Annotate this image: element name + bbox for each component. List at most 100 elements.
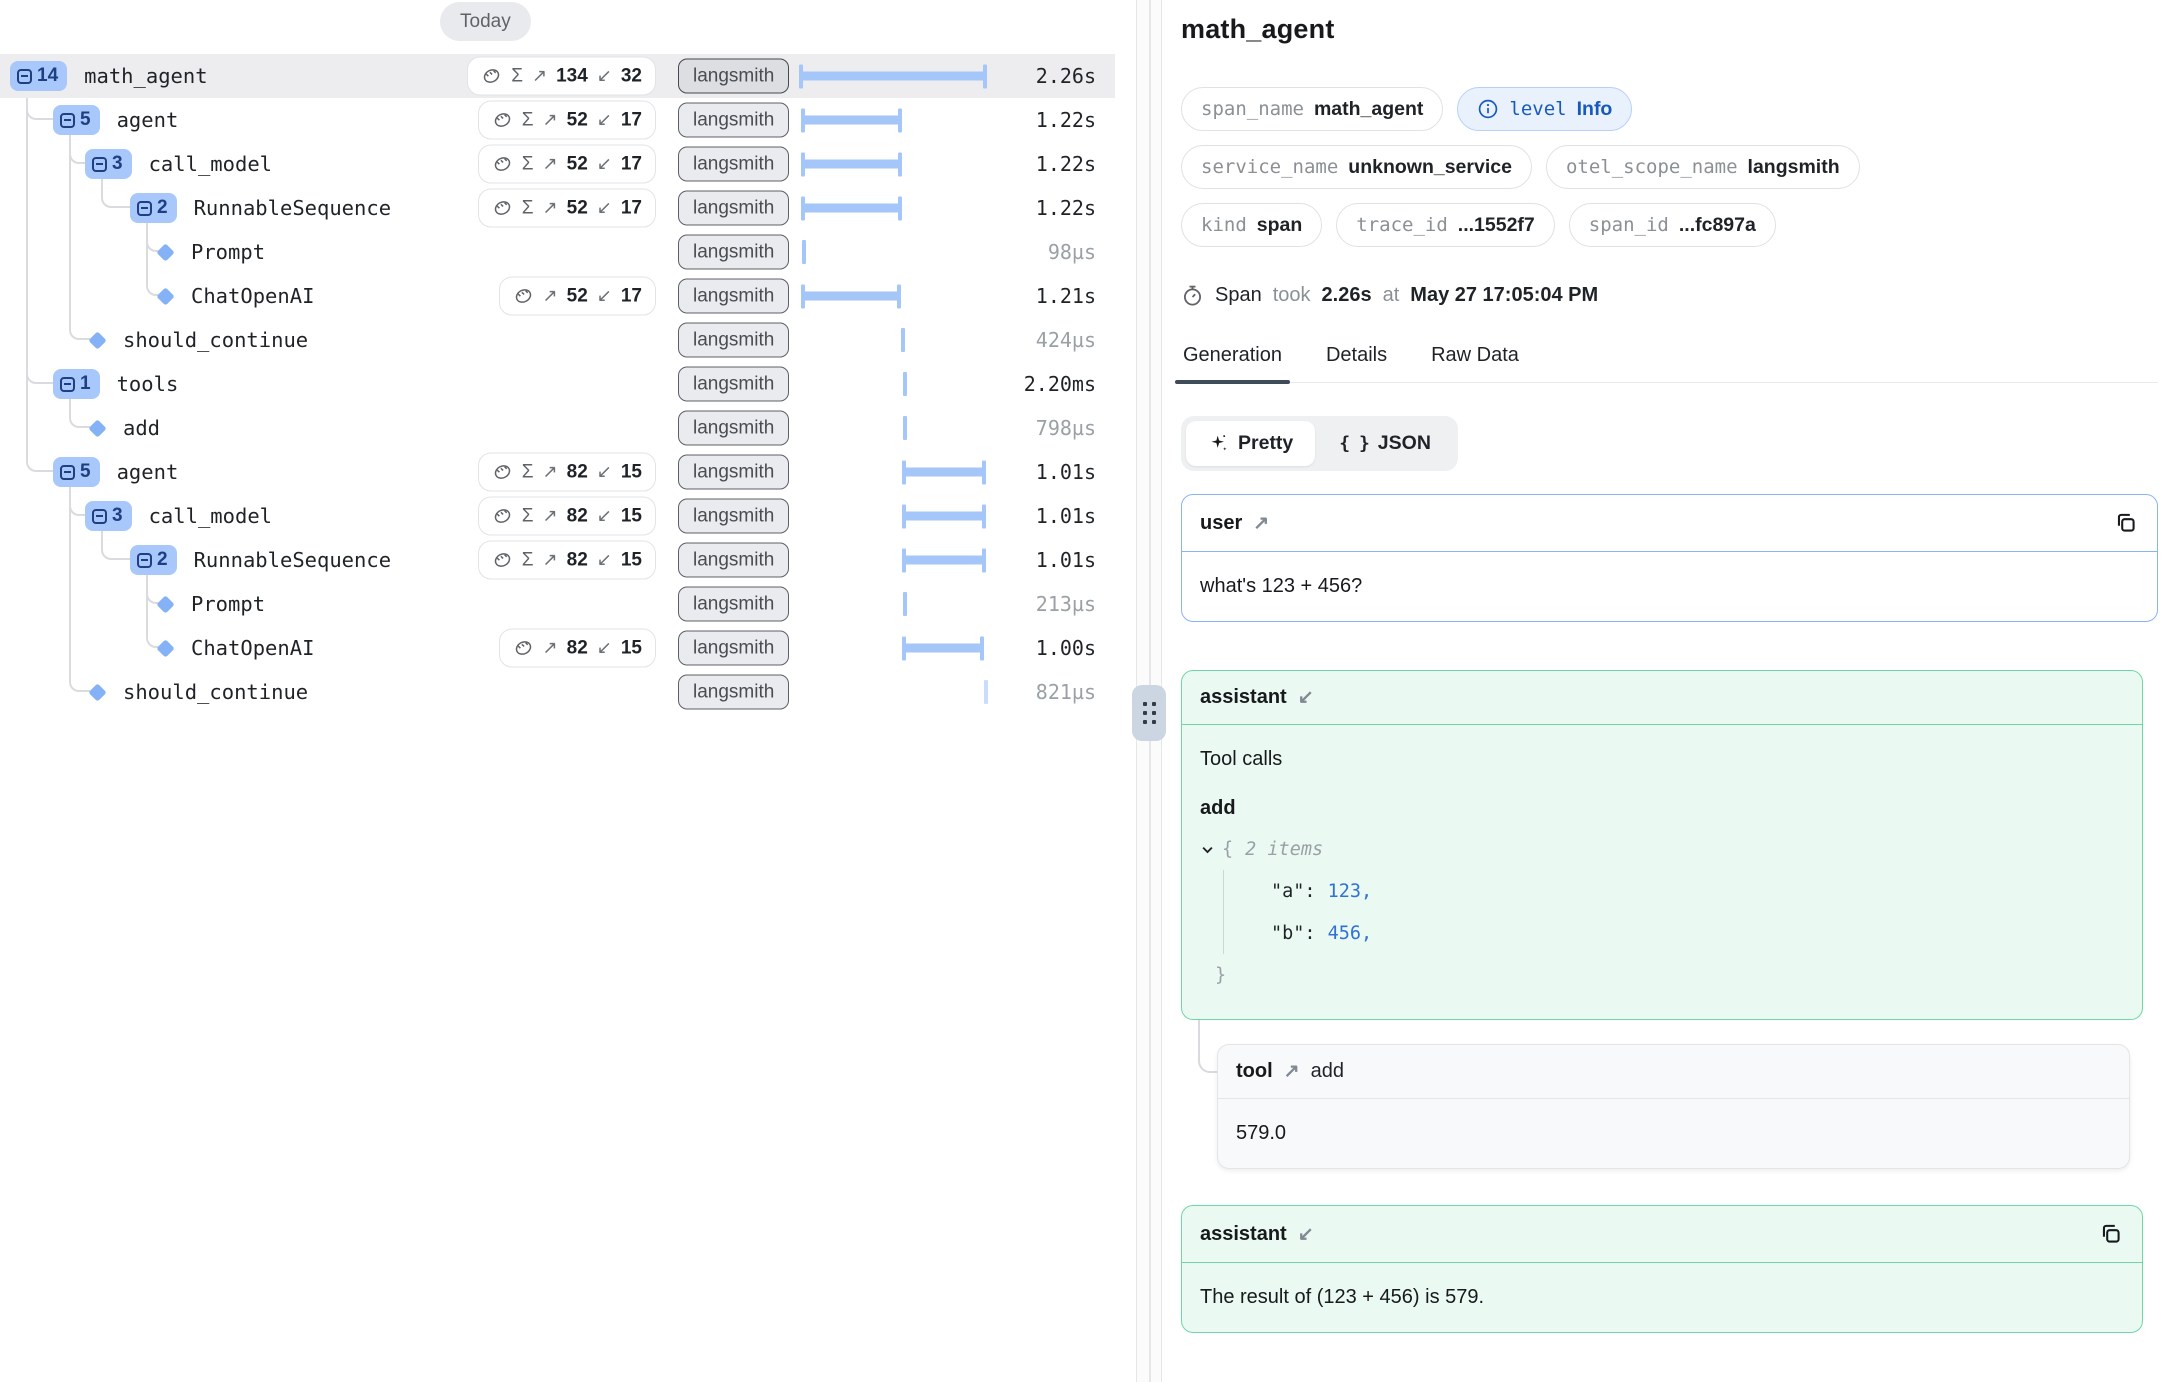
tree-row-RunnableSequence[interactable]: 2RunnableSequenceΣ↗82↙15langsmith1.01s	[0, 538, 1115, 582]
splitter-drag-handle-icon[interactable]	[1132, 685, 1166, 741]
span-name-label: math_agent	[84, 64, 207, 88]
langsmith-tag[interactable]: langsmith	[678, 191, 789, 226]
timeline-lane	[800, 274, 986, 318]
tree-row-should_continue[interactable]: should_continuelangsmith821µs	[0, 670, 1115, 714]
langsmith-tag[interactable]: langsmith	[678, 59, 789, 94]
copy-button[interactable]	[2113, 510, 2139, 536]
message-user: user ↗ what's 123 + 456?	[1181, 494, 2158, 622]
tree-row-Prompt[interactable]: Promptlangsmith213µs	[0, 582, 1115, 626]
tree-row-Prompt[interactable]: Promptlangsmith98µs	[0, 230, 1115, 274]
span-name-label: call_model	[149, 152, 272, 176]
braces-icon: { }	[1339, 433, 1369, 454]
output-tokens-arrow-icon: ↙	[597, 638, 612, 659]
langsmith-tag[interactable]: langsmith	[678, 411, 789, 446]
tree-row-ChatOpenAI[interactable]: ChatOpenAI↗82↙15langsmith1.00s	[0, 626, 1115, 670]
input-tokens-arrow-icon: ↗	[543, 286, 558, 307]
sigma-icon: Σ	[522, 461, 534, 483]
sigma-icon: Σ	[522, 549, 534, 571]
output-tokens-arrow-icon: ↙	[597, 462, 612, 483]
collapse-badge[interactable]: 5	[53, 457, 100, 487]
collapse-minus-icon	[137, 201, 152, 216]
pretty-view-button[interactable]: Pretty	[1186, 421, 1315, 466]
copy-button[interactable]	[2098, 1221, 2124, 1247]
json-view-button[interactable]: { } JSON	[1317, 421, 1453, 466]
tab-details[interactable]: Details	[1324, 344, 1389, 382]
token-count-badge: Σ↗82↙15	[478, 453, 656, 492]
collapse-badge[interactable]: 14	[10, 61, 67, 91]
kind-pill: kind span	[1181, 203, 1322, 247]
span-name-label: Prompt	[191, 592, 265, 616]
duration-label: 821µs	[1036, 680, 1096, 704]
duration-label: 424µs	[1036, 328, 1096, 352]
span-name-label: ChatOpenAI	[191, 636, 314, 660]
token-count-badge: Σ↗134↙32	[467, 57, 656, 96]
date-chip[interactable]: Today	[440, 2, 531, 41]
coin-icon	[492, 198, 513, 219]
outbound-arrow-icon: ↗	[1284, 1060, 1300, 1083]
tree-row-call_model[interactable]: 3call_modelΣ↗52↙17langsmith1.22s	[0, 142, 1115, 186]
timeline-tick	[903, 592, 907, 616]
langsmith-tag[interactable]: langsmith	[678, 279, 789, 314]
token-count-badge: Σ↗52↙17	[478, 189, 656, 228]
tab-raw-data[interactable]: Raw Data	[1429, 344, 1521, 382]
timeline-tick	[901, 328, 905, 352]
tree-row-add[interactable]: addlangsmith798µs	[0, 406, 1115, 450]
duration-label: 1.00s	[1036, 636, 1096, 660]
span-name-label: call_model	[149, 504, 272, 528]
message-tool-content: 579.0	[1218, 1099, 2129, 1168]
tree-row-math_agent[interactable]: 14math_agentΣ↗134↙32langsmith2.26s	[0, 54, 1115, 98]
langsmith-tag[interactable]: langsmith	[678, 235, 789, 270]
output-tokens-arrow-icon: ↙	[597, 506, 612, 527]
trace-tree: 14math_agentΣ↗134↙32langsmith2.26s5agent…	[0, 0, 1136, 1382]
leaf-diamond-icon	[88, 683, 106, 701]
langsmith-tag[interactable]: langsmith	[678, 455, 789, 490]
collapse-badge[interactable]: 2	[130, 193, 177, 223]
langsmith-tag[interactable]: langsmith	[678, 103, 789, 138]
tree-row-ChatOpenAI[interactable]: ChatOpenAI↗52↙17langsmith1.21s	[0, 274, 1115, 318]
langsmith-tag[interactable]: langsmith	[678, 543, 789, 578]
collapse-badge[interactable]: 3	[85, 501, 132, 531]
page-title: math_agent	[1181, 14, 2158, 45]
input-tokens-arrow-icon: ↗	[543, 506, 558, 527]
langsmith-tag[interactable]: langsmith	[678, 587, 789, 622]
langsmith-tag[interactable]: langsmith	[678, 499, 789, 534]
langsmith-tag[interactable]: langsmith	[678, 675, 789, 710]
output-tokens-arrow-icon: ↙	[597, 154, 612, 175]
tab-generation[interactable]: Generation	[1181, 344, 1284, 382]
span-id-pill: span_id ...fc897a	[1569, 203, 1776, 247]
collapse-badge[interactable]: 2	[130, 545, 177, 575]
span-name-label: RunnableSequence	[194, 548, 391, 572]
message-assistant-tool-calls: assistant ↙ Tool calls add { 2 items	[1181, 670, 2143, 1020]
span-name-pill: span_name math_agent	[1181, 87, 1443, 131]
tree-row-RunnableSequence[interactable]: 2RunnableSequenceΣ↗52↙17langsmith1.22s	[0, 186, 1115, 230]
langsmith-tag[interactable]: langsmith	[678, 323, 789, 358]
collapse-badge[interactable]: 1	[53, 369, 100, 399]
chevron-down-icon[interactable]	[1200, 842, 1215, 857]
collapse-minus-icon	[60, 465, 75, 480]
collapse-minus-icon	[137, 553, 152, 568]
span-name-label: RunnableSequence	[194, 196, 391, 220]
input-tokens-arrow-icon: ↗	[532, 66, 547, 87]
langsmith-tag[interactable]: langsmith	[678, 631, 789, 666]
collapse-badge[interactable]: 3	[85, 149, 132, 179]
langsmith-tag[interactable]: langsmith	[678, 147, 789, 182]
inbound-arrow-icon: ↙	[1298, 686, 1314, 709]
timeline-lane	[800, 54, 986, 98]
sigma-icon: Σ	[511, 65, 523, 87]
langsmith-tag[interactable]: langsmith	[678, 367, 789, 402]
tree-row-tools[interactable]: 1toolslangsmith2.20ms	[0, 362, 1115, 406]
tree-row-call_model[interactable]: 3call_modelΣ↗82↙15langsmith1.01s	[0, 494, 1115, 538]
tree-row-agent[interactable]: 5agentΣ↗82↙15langsmith1.01s	[0, 450, 1115, 494]
tool-call-args-json: { 2 items "a": 123, "b": 456, }	[1200, 828, 2124, 996]
coin-icon	[492, 506, 513, 527]
input-tokens-arrow-icon: ↗	[543, 154, 558, 175]
duration-label: 2.20ms	[1024, 372, 1096, 396]
tree-row-should_continue[interactable]: should_continuelangsmith424µs	[0, 318, 1115, 362]
duration-label: 798µs	[1036, 416, 1096, 440]
timeline-tick	[903, 372, 907, 396]
collapse-badge[interactable]: 5	[53, 105, 100, 135]
span-name-label: agent	[117, 108, 179, 132]
sigma-icon: Σ	[522, 109, 534, 131]
tree-row-agent[interactable]: 5agentΣ↗52↙17langsmith1.22s	[0, 98, 1115, 142]
view-mode-toggle: Pretty { } JSON	[1181, 416, 1458, 471]
